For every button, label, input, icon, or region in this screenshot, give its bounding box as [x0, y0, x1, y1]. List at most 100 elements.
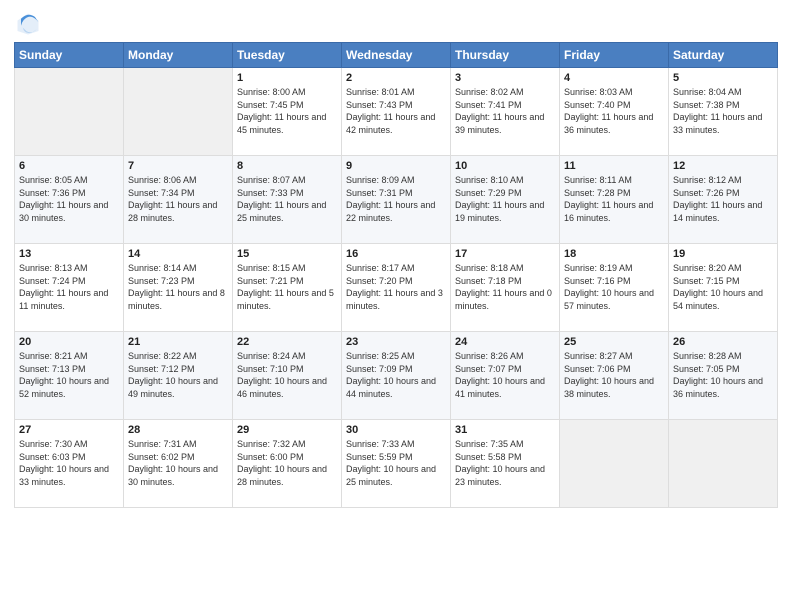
day-number: 12	[673, 160, 773, 172]
calendar-day-cell: 12 Sunrise: 8:12 AM Sunset: 7:26 PM Dayli…	[669, 156, 778, 244]
calendar-day-cell: 27 Sunrise: 7:30 AM Sunset: 6:03 PM Dayli…	[15, 420, 124, 508]
calendar-day-cell: 17 Sunrise: 8:18 AM Sunset: 7:18 PM Dayli…	[451, 244, 560, 332]
day-number: 30	[346, 424, 446, 436]
calendar-day-cell: 10Sunrise: 8:10 AM Sunset: 7:29 PM Dayli…	[451, 156, 560, 244]
calendar-day-cell: 7 Sunrise: 8:06 AM Sunset: 7:34 PM Daylig…	[124, 156, 233, 244]
calendar-day-cell	[560, 420, 669, 508]
calendar-header-row: SundayMondayTuesdayWednesdayThursdayFrid…	[15, 43, 778, 68]
day-number: 15	[237, 248, 337, 260]
day-number: 17	[455, 248, 555, 260]
calendar-day-cell: 31Sunrise: 7:35 AM Sunset: 5:58 PM Dayli…	[451, 420, 560, 508]
calendar-day-cell: 11 Sunrise: 8:11 AM Sunset: 7:28 PM Dayli…	[560, 156, 669, 244]
day-info: Sunrise: 7:31 AM Sunset: 6:02 PM Dayligh…	[128, 438, 228, 488]
calendar-day-cell: 21 Sunrise: 8:22 AM Sunset: 7:12 PM Dayli…	[124, 332, 233, 420]
day-info: Sunrise: 8:25 AM Sunset: 7:09 PM Dayligh…	[346, 350, 446, 400]
day-number: 18	[564, 248, 664, 260]
day-info: Sunrise: 7:33 AM Sunset: 5:59 PM Dayligh…	[346, 438, 446, 488]
day-info: Sunrise: 8:22 AM Sunset: 7:12 PM Dayligh…	[128, 350, 228, 400]
calendar-day-cell: 9 Sunrise: 8:09 AM Sunset: 7:31 PM Daylig…	[342, 156, 451, 244]
day-of-week-header: Wednesday	[342, 43, 451, 68]
day-number: 24	[455, 336, 555, 348]
day-info: Sunrise: 8:13 AM Sunset: 7:24 PM Dayligh…	[19, 262, 119, 312]
calendar-week-row: 20Sunrise: 8:21 AM Sunset: 7:13 PM Dayli…	[15, 332, 778, 420]
day-info: Sunrise: 8:24 AM Sunset: 7:10 PM Dayligh…	[237, 350, 337, 400]
calendar-day-cell	[124, 68, 233, 156]
day-info: Sunrise: 8:09 AM Sunset: 7:31 PM Dayligh…	[346, 174, 446, 224]
calendar-day-cell	[669, 420, 778, 508]
day-number: 26	[673, 336, 773, 348]
calendar-day-cell: 30 Sunrise: 7:33 AM Sunset: 5:59 PM Dayli…	[342, 420, 451, 508]
calendar-day-cell: 6 Sunrise: 8:05 AM Sunset: 7:36 PM Daylig…	[15, 156, 124, 244]
page-container: SundayMondayTuesdayWednesdayThursdayFrid…	[0, 0, 792, 518]
calendar-week-row: 13 Sunrise: 8:13 AM Sunset: 7:24 PM Dayli…	[15, 244, 778, 332]
day-info: Sunrise: 8:07 AM Sunset: 7:33 PM Dayligh…	[237, 174, 337, 224]
day-number: 29	[237, 424, 337, 436]
day-number: 13	[19, 248, 119, 260]
day-info: Sunrise: 8:20 AM Sunset: 7:15 PM Dayligh…	[673, 262, 773, 312]
day-of-week-header: Sunday	[15, 43, 124, 68]
day-number: 27	[19, 424, 119, 436]
day-number: 3	[455, 72, 555, 84]
calendar-day-cell: 4 Sunrise: 8:03 AM Sunset: 7:40 PM Daylig…	[560, 68, 669, 156]
day-number: 28	[128, 424, 228, 436]
day-of-week-header: Monday	[124, 43, 233, 68]
day-info: Sunrise: 8:05 AM Sunset: 7:36 PM Dayligh…	[19, 174, 119, 224]
day-info: Sunrise: 8:01 AM Sunset: 7:43 PM Dayligh…	[346, 86, 446, 136]
calendar-week-row: 27 Sunrise: 7:30 AM Sunset: 6:03 PM Dayli…	[15, 420, 778, 508]
calendar-day-cell: 23Sunrise: 8:25 AM Sunset: 7:09 PM Dayli…	[342, 332, 451, 420]
calendar-day-cell: 20Sunrise: 8:21 AM Sunset: 7:13 PM Dayli…	[15, 332, 124, 420]
day-info: Sunrise: 8:27 AM Sunset: 7:06 PM Dayligh…	[564, 350, 664, 400]
day-of-week-header: Saturday	[669, 43, 778, 68]
calendar-day-cell: 29 Sunrise: 7:32 AM Sunset: 6:00 PM Dayli…	[233, 420, 342, 508]
day-number: 5	[673, 72, 773, 84]
day-info: Sunrise: 8:14 AM Sunset: 7:23 PM Dayligh…	[128, 262, 228, 312]
day-number: 1	[237, 72, 337, 84]
calendar-day-cell: 14Sunrise: 8:14 AM Sunset: 7:23 PM Dayli…	[124, 244, 233, 332]
day-info: Sunrise: 8:28 AM Sunset: 7:05 PM Dayligh…	[673, 350, 773, 400]
calendar-day-cell: 1 Sunrise: 8:00 AM Sunset: 7:45 PM Daylig…	[233, 68, 342, 156]
day-info: Sunrise: 8:15 AM Sunset: 7:21 PM Dayligh…	[237, 262, 337, 312]
calendar-day-cell: 8Sunrise: 8:07 AM Sunset: 7:33 PM Daylig…	[233, 156, 342, 244]
day-info: Sunrise: 8:10 AM Sunset: 7:29 PM Dayligh…	[455, 174, 555, 224]
calendar-day-cell: 24Sunrise: 8:26 AM Sunset: 7:07 PM Dayli…	[451, 332, 560, 420]
calendar-day-cell: 26 Sunrise: 8:28 AM Sunset: 7:05 PM Dayli…	[669, 332, 778, 420]
day-info: Sunrise: 8:00 AM Sunset: 7:45 PM Dayligh…	[237, 86, 337, 136]
day-number: 6	[19, 160, 119, 172]
calendar-day-cell: 28 Sunrise: 7:31 AM Sunset: 6:02 PM Dayli…	[124, 420, 233, 508]
day-of-week-header: Tuesday	[233, 43, 342, 68]
calendar-week-row: 6 Sunrise: 8:05 AM Sunset: 7:36 PM Daylig…	[15, 156, 778, 244]
calendar-day-cell: 3Sunrise: 8:02 AM Sunset: 7:41 PM Daylig…	[451, 68, 560, 156]
day-info: Sunrise: 8:18 AM Sunset: 7:18 PM Dayligh…	[455, 262, 555, 312]
calendar-week-row: 1 Sunrise: 8:00 AM Sunset: 7:45 PM Daylig…	[15, 68, 778, 156]
day-number: 7	[128, 160, 228, 172]
day-info: Sunrise: 8:04 AM Sunset: 7:38 PM Dayligh…	[673, 86, 773, 136]
day-number: 20	[19, 336, 119, 348]
day-number: 22	[237, 336, 337, 348]
day-info: Sunrise: 8:06 AM Sunset: 7:34 PM Dayligh…	[128, 174, 228, 224]
calendar-day-cell: 13 Sunrise: 8:13 AM Sunset: 7:24 PM Dayli…	[15, 244, 124, 332]
day-number: 9	[346, 160, 446, 172]
day-number: 31	[455, 424, 555, 436]
calendar-day-cell	[15, 68, 124, 156]
calendar-table: SundayMondayTuesdayWednesdayThursdayFrid…	[14, 42, 778, 508]
day-info: Sunrise: 7:32 AM Sunset: 6:00 PM Dayligh…	[237, 438, 337, 488]
day-number: 19	[673, 248, 773, 260]
day-number: 2	[346, 72, 446, 84]
day-number: 21	[128, 336, 228, 348]
day-of-week-header: Thursday	[451, 43, 560, 68]
calendar-day-cell: 5 Sunrise: 8:04 AM Sunset: 7:38 PM Daylig…	[669, 68, 778, 156]
day-info: Sunrise: 8:19 AM Sunset: 7:16 PM Dayligh…	[564, 262, 664, 312]
day-info: Sunrise: 8:11 AM Sunset: 7:28 PM Dayligh…	[564, 174, 664, 224]
logo-icon	[14, 10, 42, 38]
day-number: 25	[564, 336, 664, 348]
day-number: 11	[564, 160, 664, 172]
day-info: Sunrise: 8:12 AM Sunset: 7:26 PM Dayligh…	[673, 174, 773, 224]
day-info: Sunrise: 8:03 AM Sunset: 7:40 PM Dayligh…	[564, 86, 664, 136]
day-number: 16	[346, 248, 446, 260]
calendar-day-cell: 19 Sunrise: 8:20 AM Sunset: 7:15 PM Dayli…	[669, 244, 778, 332]
page-header	[14, 10, 778, 38]
day-of-week-header: Friday	[560, 43, 669, 68]
day-number: 4	[564, 72, 664, 84]
day-info: Sunrise: 7:30 AM Sunset: 6:03 PM Dayligh…	[19, 438, 119, 488]
calendar-day-cell: 25 Sunrise: 8:27 AM Sunset: 7:06 PM Dayli…	[560, 332, 669, 420]
